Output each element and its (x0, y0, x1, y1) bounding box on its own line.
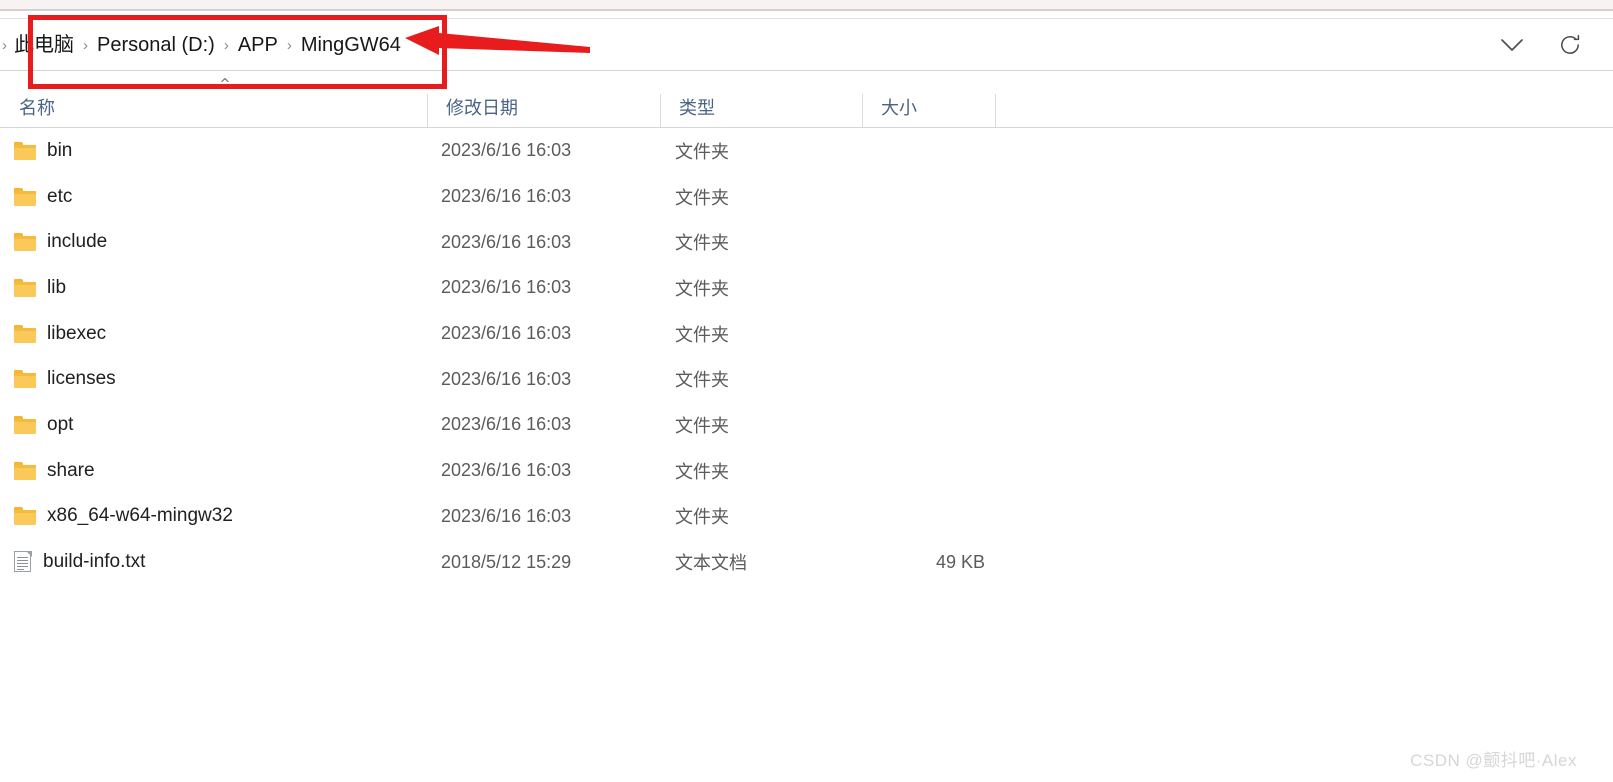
file-size-cell (862, 448, 985, 494)
file-name-label: lib (47, 276, 67, 298)
file-name-cell[interactable]: include (14, 219, 107, 265)
column-divider-4[interactable] (995, 94, 996, 127)
refresh-icon[interactable] (1555, 30, 1585, 60)
file-name-cell[interactable]: etc (14, 174, 72, 220)
file-name-cell[interactable]: lib (14, 265, 66, 311)
column-header-type[interactable]: 类型 (660, 86, 862, 127)
column-header-size[interactable]: 大小 (862, 86, 995, 127)
file-size-cell (862, 311, 985, 357)
folder-icon (14, 324, 36, 343)
file-date-cell: 2018/5/12 15:29 (441, 551, 572, 572)
column-header-row: 名称 修改日期 类型 大小 (0, 86, 1613, 128)
breadcrumb[interactable]: › 此电脑 › Personal (D:) › APP › MingGW64 (0, 18, 406, 71)
file-name-cell[interactable]: bin (14, 128, 72, 174)
column-header-date-modified[interactable]: 修改日期 (427, 86, 660, 127)
breadcrumb-chevron-icon-3[interactable]: › (283, 38, 296, 53)
file-name-label: share (47, 459, 95, 481)
breadcrumb-leading-chevron-icon[interactable]: › (2, 38, 9, 53)
text-file-icon (14, 551, 32, 573)
table-row[interactable]: build-info.txt 2018/5/12 15:29 文本文档 49 K… (0, 539, 1613, 585)
file-name-label: libexec (47, 322, 107, 344)
file-name-label: bin (47, 139, 73, 161)
file-date-cell: 2023/6/16 16:03 (441, 505, 572, 526)
breadcrumb-item-personal-d[interactable]: Personal (D:) (92, 35, 220, 55)
file-size-cell: 49 KB (935, 551, 985, 572)
table-row[interactable]: share 2023/6/16 16:03 文件夹 (0, 448, 1613, 494)
chevron-down-icon[interactable] (1497, 30, 1527, 60)
file-type-cell: 文件夹 (675, 415, 729, 436)
file-size-cell (862, 128, 985, 174)
file-date-cell: 2023/6/16 16:03 (441, 460, 572, 481)
file-size-cell (862, 174, 985, 220)
file-type-cell: 文件夹 (675, 370, 729, 391)
file-size-cell (862, 402, 985, 448)
column-header-name[interactable]: 名称 (0, 86, 427, 127)
sort-ascending-icon: ^ (219, 77, 231, 92)
column-header-date-modified-label: 修改日期 (446, 97, 518, 118)
folder-icon (14, 507, 36, 526)
column-header-size-label: 大小 (881, 97, 917, 118)
file-type-cell: 文件夹 (675, 461, 729, 482)
file-name-label: include (47, 231, 108, 253)
column-header-type-label: 类型 (679, 97, 715, 118)
file-type-cell: 文本文档 (675, 553, 747, 574)
file-name-cell[interactable]: licenses (14, 356, 116, 402)
file-date-cell: 2023/6/16 16:03 (441, 186, 572, 207)
table-row[interactable]: bin 2023/6/16 16:03 文件夹 (0, 128, 1613, 174)
file-date-cell: 2023/6/16 16:03 (441, 140, 572, 161)
folder-icon (14, 278, 36, 297)
file-type-cell: 文件夹 (675, 187, 729, 208)
file-size-cell (862, 219, 985, 265)
table-row[interactable]: opt 2023/6/16 16:03 文件夹 (0, 402, 1613, 448)
folder-icon (14, 370, 36, 389)
file-name-cell[interactable]: x86_64-w64-mingw32 (14, 494, 233, 540)
file-name-label: build-info.txt (43, 551, 146, 573)
breadcrumb-item-app[interactable]: APP (233, 35, 283, 55)
folder-icon (14, 141, 36, 160)
file-name-cell[interactable]: share (14, 448, 95, 494)
folder-icon (14, 187, 36, 206)
file-name-label: licenses (47, 368, 116, 390)
file-size-cell (862, 356, 985, 402)
folder-icon (14, 461, 36, 480)
csdn-watermark: CSDN @颤抖吧·Alex (1410, 751, 1577, 770)
file-name-cell[interactable]: build-info.txt (14, 539, 145, 585)
file-list: bin 2023/6/16 16:03 文件夹 etc 2023/6/16 16… (0, 128, 1613, 585)
table-row[interactable]: include 2023/6/16 16:03 文件夹 (0, 219, 1613, 265)
window-top-strip (0, 0, 1613, 9)
breadcrumb-item-this-pc[interactable]: 此电脑 (9, 35, 79, 55)
file-type-cell: 文件夹 (675, 507, 729, 528)
table-row[interactable]: lib 2023/6/16 16:03 文件夹 (0, 265, 1613, 311)
file-date-cell: 2023/6/16 16:03 (441, 231, 572, 252)
table-row[interactable]: x86_64-w64-mingw32 2023/6/16 16:03 文件夹 (0, 494, 1613, 540)
folder-icon (14, 233, 36, 252)
file-name-cell[interactable]: opt (14, 402, 73, 448)
file-name-label: opt (47, 413, 74, 435)
breadcrumb-chevron-icon-2[interactable]: › (220, 38, 233, 53)
file-date-cell: 2023/6/16 16:03 (441, 414, 572, 435)
table-row[interactable]: etc 2023/6/16 16:03 文件夹 (0, 174, 1613, 220)
table-row[interactable]: libexec 2023/6/16 16:03 文件夹 (0, 311, 1613, 357)
table-row[interactable]: licenses 2023/6/16 16:03 文件夹 (0, 356, 1613, 402)
breadcrumb-item-minggw64[interactable]: MingGW64 (296, 35, 406, 55)
file-size-cell (862, 265, 985, 311)
file-date-cell: 2023/6/16 16:03 (441, 323, 572, 344)
file-type-cell: 文件夹 (675, 141, 729, 162)
address-bar-actions (1497, 18, 1613, 71)
file-type-cell: 文件夹 (675, 278, 729, 299)
column-header-name-label: 名称 (19, 97, 55, 118)
file-size-cell (862, 494, 985, 540)
file-name-cell[interactable]: libexec (14, 311, 106, 357)
file-date-cell: 2023/6/16 16:03 (441, 277, 572, 298)
file-name-label: x86_64-w64-mingw32 (47, 505, 233, 527)
file-date-cell: 2023/6/16 16:03 (441, 368, 572, 389)
file-type-cell: 文件夹 (675, 324, 729, 345)
window-top-divider (0, 9, 1613, 11)
file-type-cell: 文件夹 (675, 233, 729, 254)
breadcrumb-chevron-icon-1[interactable]: › (79, 38, 92, 53)
folder-icon (14, 415, 36, 434)
file-name-label: etc (47, 185, 73, 207)
